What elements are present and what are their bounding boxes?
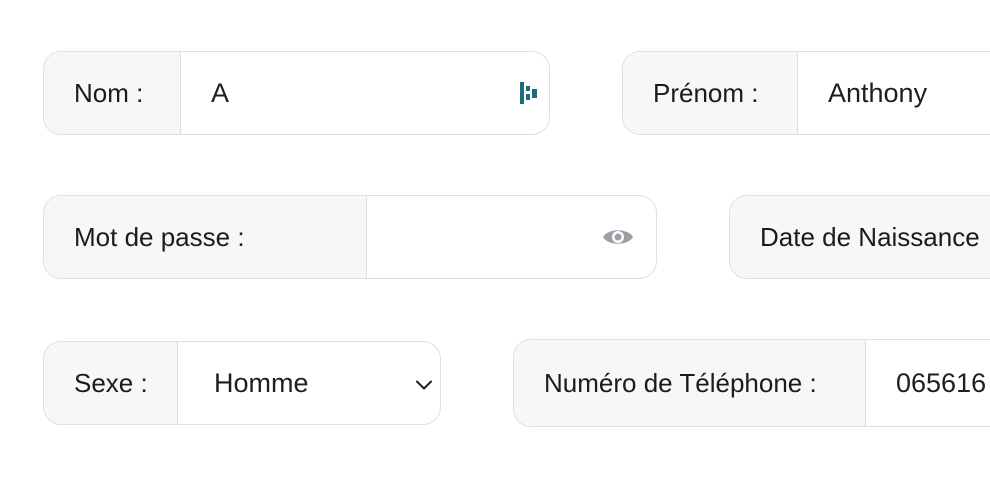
prenom-label: Prénom : <box>623 52 798 134</box>
date-naissance-group: Date de Naissance <box>729 195 990 279</box>
nom-label: Nom : <box>44 52 181 134</box>
sexe-group: Sexe : Homme <box>43 341 441 425</box>
mot-de-passe-field[interactable] <box>367 196 656 278</box>
mot-de-passe-label: Mot de passe : <box>44 196 367 278</box>
telephone-label: Numéro de Téléphone : <box>514 340 866 426</box>
nom-group: Nom : A <box>43 51 550 135</box>
sexe-label: Sexe : <box>44 342 178 424</box>
registration-form: Nom : A Prénom : Anthony Mot de passe : <box>0 0 990 502</box>
prenom-group: Prénom : Anthony <box>622 51 990 135</box>
sexe-select[interactable]: Homme <box>178 342 440 424</box>
prenom-value[interactable]: Anthony <box>828 78 927 109</box>
sexe-value[interactable]: Homme <box>214 368 309 399</box>
telephone-value[interactable]: 065616 <box>896 368 986 399</box>
date-naissance-label: Date de Naissance <box>730 196 990 278</box>
prenom-field[interactable]: Anthony <box>798 52 990 134</box>
mot-de-passe-group: Mot de passe : <box>43 195 657 279</box>
telephone-field[interactable]: 065616 <box>866 340 990 426</box>
chevron-down-icon[interactable] <box>414 368 434 399</box>
telephone-group: Numéro de Téléphone : 065616 <box>513 339 990 427</box>
nom-value[interactable]: A <box>211 78 229 109</box>
nom-field[interactable]: A <box>181 52 549 134</box>
dashlane-icon[interactable] <box>519 81 541 105</box>
eye-icon[interactable] <box>602 226 634 248</box>
